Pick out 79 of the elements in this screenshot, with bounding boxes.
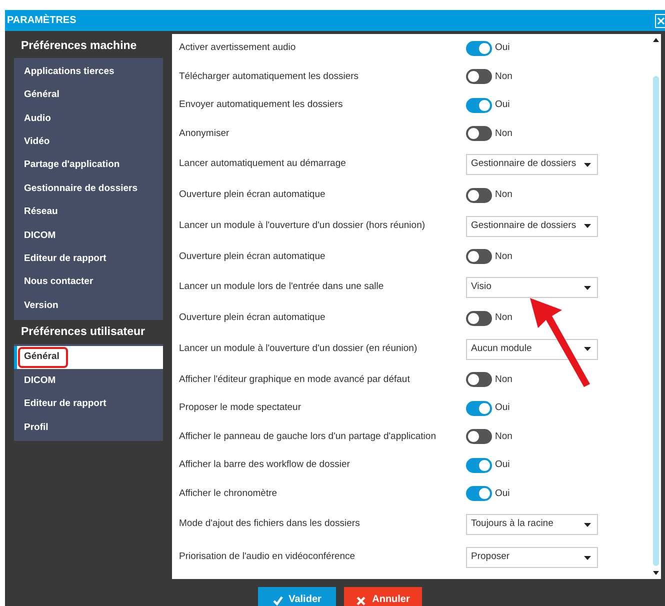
toggle-state: Oui xyxy=(495,458,510,472)
toggle-state: Non xyxy=(495,372,512,387)
sidebar-item[interactable]: Version xyxy=(14,294,163,318)
toggle-state: Oui xyxy=(495,486,510,501)
sidebar-item[interactable]: Audio xyxy=(14,107,163,130)
window-title: PARAMÈTRES xyxy=(7,13,76,28)
toggle-switch[interactable] xyxy=(466,98,492,113)
toggle-switch[interactable] xyxy=(466,310,492,326)
toggle-switch[interactable] xyxy=(466,126,492,142)
setting-label: Télécharger automatiquement les dossiers xyxy=(179,70,360,84)
dropdown[interactable]: Toujours à la racine xyxy=(466,514,598,535)
sidebar-item[interactable]: Nous contacter xyxy=(14,270,163,294)
sidebar-item[interactable]: Applications tierces xyxy=(14,60,163,84)
setting-label: Lancer un module à l'ouverture d'un dossier (en réunion) xyxy=(179,342,418,356)
toggle-state: Non xyxy=(495,250,512,264)
setting-label: Mode d'ajout des fichiers dans les dossiers xyxy=(179,517,361,532)
sidebar-item[interactable]: DICOM xyxy=(14,369,163,393)
caret-icon xyxy=(584,522,591,526)
setting-label: Envoyer automatiquement les dossiers xyxy=(179,98,344,112)
cross-icon xyxy=(356,594,366,604)
setting-label: Anonymiser xyxy=(179,126,230,141)
toggle-switch[interactable] xyxy=(466,188,492,203)
setting-label: Lancer un module à l'ouverture d'un dossier (hors réunion) xyxy=(179,218,426,233)
setting-label: Proposer le mode spectateur xyxy=(179,401,302,416)
toggle-switch[interactable] xyxy=(466,458,492,473)
toggle-state: Oui xyxy=(495,41,510,56)
toggle-state: Non xyxy=(495,311,512,326)
dropdown[interactable]: Visio xyxy=(466,277,598,298)
toggle-state: Non xyxy=(495,430,512,444)
sidebar-item[interactable]: Réseau xyxy=(14,200,163,224)
toggle-switch[interactable] xyxy=(466,486,492,502)
setting-label: Afficher le panneau de gauche lors d'un partage d'application xyxy=(179,430,437,444)
toggle-state: Oui xyxy=(495,98,510,112)
setting-label: Afficher l'éditeur graphique en mode avancé par défaut xyxy=(179,372,411,387)
toggle-switch[interactable] xyxy=(466,249,492,264)
toggle-state: Oui xyxy=(495,401,510,416)
sidebar-item[interactable]: Général xyxy=(14,84,163,108)
setting-label: Activer avertissement audio xyxy=(179,41,297,56)
setting-label: Afficher le chronomètre xyxy=(179,486,278,501)
sidebar-item[interactable]: Vidéo xyxy=(14,130,163,154)
close-icon[interactable] xyxy=(655,14,665,28)
section-heading: Préférences machine xyxy=(20,39,138,54)
setting-label: Priorisation de l'audio en vidéoconférence xyxy=(179,550,356,564)
sidebar-item[interactable]: Gestionnaire de dossiers xyxy=(14,177,163,201)
caret-icon xyxy=(584,556,591,560)
sidebar-item[interactable]: Profil xyxy=(14,416,163,440)
section-heading: Préférences utilisateur xyxy=(20,324,146,340)
caret-icon xyxy=(584,347,591,351)
caret-icon xyxy=(584,224,591,228)
dropdown[interactable]: Gestionnaire de dossiers xyxy=(466,154,598,175)
scrollbar-thumb[interactable] xyxy=(653,76,659,566)
setting-label: Ouverture plein écran automatique xyxy=(179,188,326,202)
toggle-state: Non xyxy=(495,126,512,141)
dropdown[interactable]: Gestionnaire de dossiers xyxy=(466,216,598,236)
sidebar-item[interactable]: Général xyxy=(14,346,163,370)
scroll-up-icon[interactable] xyxy=(653,38,659,42)
dropdown[interactable]: Aucun module xyxy=(466,338,598,360)
setting-label: Lancer un module lors de l'entrée dans une salle xyxy=(179,280,385,294)
dropdown[interactable]: Proposer xyxy=(466,547,598,568)
check-icon xyxy=(272,594,283,604)
sidebar-item[interactable]: Partage d'application xyxy=(14,154,163,178)
toggle-state: Non xyxy=(495,188,512,202)
setting-label: Ouverture plein écran automatique xyxy=(179,311,326,326)
caret-icon xyxy=(584,162,591,166)
toggle-switch[interactable] xyxy=(466,429,492,444)
sidebar-item[interactable]: DICOM xyxy=(14,224,163,248)
toggle-switch[interactable] xyxy=(466,40,492,56)
setting-label: Afficher la barre des workflow de dossier xyxy=(179,458,351,472)
sidebar-item[interactable]: Editeur de rapport xyxy=(14,392,163,416)
sidebar-item[interactable]: Editeur de rapport xyxy=(14,247,163,271)
setting-label: Ouverture plein écran automatique xyxy=(179,250,326,264)
scroll-down-icon[interactable] xyxy=(653,571,659,575)
toggle-state: Non xyxy=(495,70,512,84)
cancel-button[interactable]: Annuler xyxy=(344,587,422,606)
setting-label: Lancer automatiquement au démarrage xyxy=(179,157,347,172)
toggle-switch[interactable] xyxy=(466,372,492,388)
toggle-switch[interactable] xyxy=(466,400,492,416)
caret-icon xyxy=(584,286,591,290)
toggle-switch[interactable] xyxy=(466,69,492,84)
